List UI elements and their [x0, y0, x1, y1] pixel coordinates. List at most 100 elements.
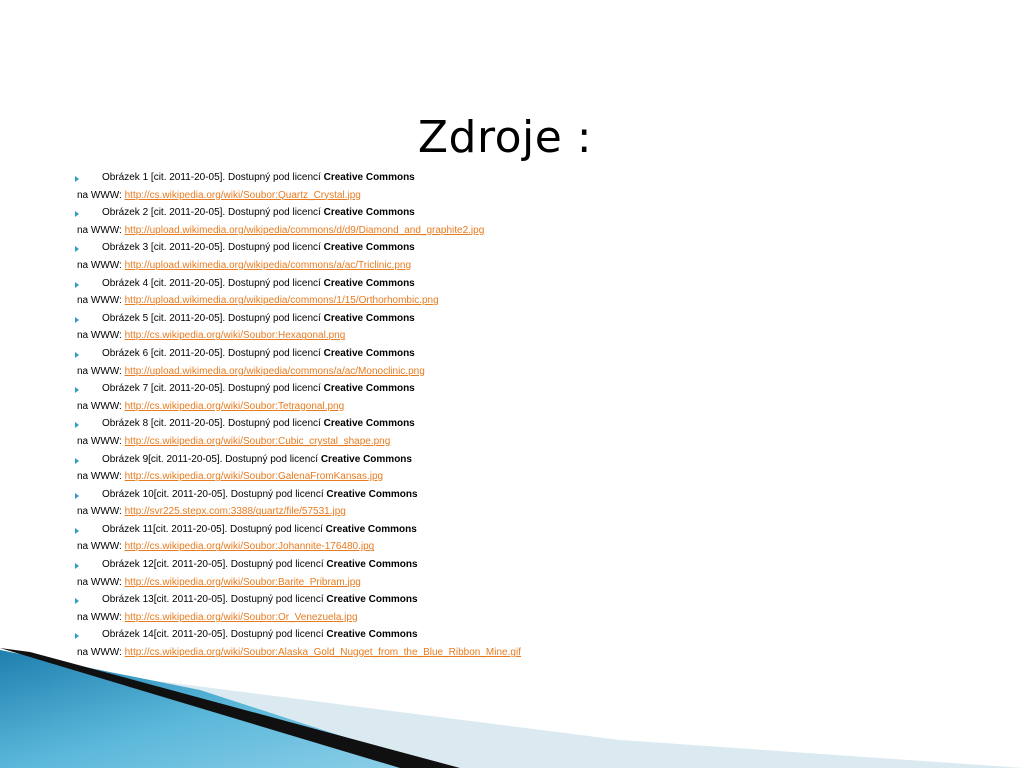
source-entry: Obrázek 6 [cit. 2011-20-05]. Dostupný po…	[70, 345, 970, 380]
triangle-bullet-icon	[75, 633, 79, 640]
source-caption-line: Obrázek 5 [cit. 2011-20-05]. Dostupný po…	[70, 310, 970, 328]
source-caption: Obrázek 1 [cit. 2011-20-05]. Dostupný po…	[102, 172, 321, 183]
source-link[interactable]: http://cs.wikipedia.org/wiki/Soubor:Alas…	[125, 647, 521, 658]
source-caption-line: Obrázek 11[cit. 2011-20-05]. Dostupný po…	[70, 521, 970, 539]
www-label: na WWW:	[77, 541, 122, 553]
source-link[interactable]: http://svr225.stepx.com:3388/quartz/file…	[125, 506, 346, 517]
source-url-line: na WWW: http://cs.wikipedia.org/wiki/Sou…	[70, 433, 970, 451]
source-caption: Obrázek 7 [cit. 2011-20-05]. Dostupný po…	[102, 383, 321, 395]
source-caption: Obrázek 12[cit. 2011-20-05]. Dostupný po…	[102, 559, 324, 571]
source-entry: Obrázek 11[cit. 2011-20-05]. Dostupný po…	[70, 521, 970, 556]
www-label: na WWW:	[77, 435, 122, 447]
source-entry: Obrázek 7 [cit. 2011-20-05]. Dostupný po…	[70, 380, 970, 415]
source-link[interactable]: http://cs.wikipedia.org/wiki/Soubor:Or_V…	[125, 612, 358, 623]
source-link[interactable]: http://cs.wikipedia.org/wiki/Soubor:Bari…	[125, 577, 361, 588]
source-caption-line: Obrázek 4 [cit. 2011-20-05]. Dostupný po…	[70, 275, 970, 293]
source-url-line: na WWW: http://cs.wikipedia.org/wiki/Sou…	[70, 574, 970, 592]
source-url-line: na WWW: http://upload.wikimedia.org/wiki…	[70, 257, 970, 275]
source-caption: Obrázek 13[cit. 2011-20-05]. Dostupný po…	[102, 594, 324, 606]
source-url-line: na WWW: http://upload.wikimedia.org/wiki…	[70, 363, 970, 381]
triangle-bullet-icon	[75, 211, 79, 218]
source-caption: Obrázek 5 [cit. 2011-20-05]. Dostupný po…	[102, 312, 321, 324]
www-label: na WWW:	[77, 471, 122, 483]
triangle-bullet-icon	[75, 422, 79, 429]
www-label: na WWW:	[77, 189, 122, 201]
www-label: na WWW:	[77, 259, 122, 271]
source-link[interactable]: http://cs.wikipedia.org/wiki/Soubor:Hexa…	[125, 330, 346, 341]
source-url-line: na WWW: http://cs.wikipedia.org/wiki/Sou…	[70, 644, 970, 662]
license-name: Creative Commons	[326, 559, 418, 571]
source-url-line: na WWW: http://cs.wikipedia.org/wiki/Sou…	[70, 538, 970, 556]
source-caption-line: Obrázek 3 [cit. 2011-20-05]. Dostupný po…	[70, 239, 970, 257]
source-caption: Obrázek 2 [cit. 2011-20-05]. Dostupný po…	[102, 207, 321, 219]
source-caption: Obrázek 10[cit. 2011-20-05]. Dostupný po…	[102, 488, 324, 500]
license-name: Creative Commons	[323, 418, 415, 430]
source-link[interactable]: http://upload.wikimedia.org/wikipedia/co…	[125, 225, 485, 236]
source-caption-line: Obrázek 12[cit. 2011-20-05]. Dostupný po…	[70, 556, 970, 574]
source-caption-line: Obrázek 14[cit. 2011-20-05]. Dostupný po…	[70, 626, 970, 644]
source-url-line: na WWW: http://cs.wikipedia.org/wiki/Sou…	[70, 187, 970, 205]
source-url-line: na WWW: http://cs.wikipedia.org/wiki/Sou…	[70, 468, 970, 486]
source-entry: Obrázek 1 [cit. 2011-20-05]. Dostupný po…	[70, 169, 970, 204]
www-label: na WWW:	[77, 295, 122, 307]
www-label: na WWW:	[77, 647, 122, 659]
light-band	[70, 670, 1024, 768]
license-name: Creative Commons	[323, 277, 415, 289]
triangle-bullet-icon	[75, 563, 79, 570]
source-caption-line: Obrázek 7 [cit. 2011-20-05]. Dostupný po…	[70, 380, 970, 398]
source-caption-line: Obrázek 1 [cit. 2011-20-05]. Dostupný po…	[70, 169, 970, 187]
source-entry: Obrázek 2 [cit. 2011-20-05]. Dostupný po…	[70, 204, 970, 239]
source-url-line: na WWW: http://cs.wikipedia.org/wiki/Sou…	[70, 398, 970, 416]
source-entry: Obrázek 5 [cit. 2011-20-05]. Dostupný po…	[70, 310, 970, 345]
source-caption-line: Obrázek 2 [cit. 2011-20-05]. Dostupný po…	[70, 204, 970, 222]
source-url-line: na WWW: http://cs.wikipedia.org/wiki/Sou…	[70, 327, 970, 345]
source-caption: Obrázek 3 [cit. 2011-20-05]. Dostupný po…	[102, 242, 321, 254]
source-entry: Obrázek 4 [cit. 2011-20-05]. Dostupný po…	[70, 275, 970, 310]
www-label: na WWW:	[77, 400, 122, 412]
www-label: na WWW:	[77, 365, 122, 377]
license-name: Creative Commons	[323, 383, 415, 395]
dark-band	[0, 648, 460, 768]
www-label: na WWW:	[77, 506, 122, 518]
license-name: Creative Commons	[326, 629, 418, 641]
source-caption-line: Obrázek 10[cit. 2011-20-05]. Dostupný po…	[70, 486, 970, 504]
blue-band	[0, 650, 440, 768]
triangle-bullet-icon	[75, 527, 79, 534]
license-name: Creative Commons	[320, 453, 412, 465]
triangle-bullet-icon	[75, 176, 79, 182]
www-label: na WWW:	[77, 224, 122, 236]
www-label: na WWW:	[77, 611, 122, 623]
source-link[interactable]: http://cs.wikipedia.org/wiki/Soubor:Cubi…	[125, 436, 391, 447]
license-name: Creative Commons	[323, 207, 415, 219]
license-name: Creative Commons	[326, 488, 418, 500]
source-caption: Obrázek 9[cit. 2011-20-05]. Dostupný pod…	[102, 453, 319, 465]
source-entry: Obrázek 9[cit. 2011-20-05]. Dostupný pod…	[70, 451, 970, 486]
license-name: Creative Commons	[325, 523, 417, 535]
license-name: Creative Commons	[323, 242, 415, 254]
source-link[interactable]: http://cs.wikipedia.org/wiki/Soubor:Quar…	[125, 190, 361, 201]
triangle-bullet-icon	[75, 246, 79, 253]
source-link[interactable]: http://cs.wikipedia.org/wiki/Soubor:Joha…	[125, 541, 375, 552]
triangle-bullet-icon	[75, 351, 79, 358]
www-label: na WWW:	[77, 576, 122, 588]
source-url-line: na WWW: http://cs.wikipedia.org/wiki/Sou…	[70, 609, 970, 627]
source-caption-line: Obrázek 6 [cit. 2011-20-05]. Dostupný po…	[70, 345, 970, 363]
source-link[interactable]: http://upload.wikimedia.org/wikipedia/co…	[125, 260, 411, 271]
source-link[interactable]: http://upload.wikimedia.org/wikipedia/co…	[125, 295, 439, 306]
source-link[interactable]: http://cs.wikipedia.org/wiki/Soubor:Gale…	[125, 471, 383, 482]
source-caption-line: Obrázek 13[cit. 2011-20-05]. Dostupný po…	[70, 591, 970, 609]
source-entry: Obrázek 8 [cit. 2011-20-05]. Dostupný po…	[70, 415, 970, 450]
triangle-bullet-icon	[75, 316, 79, 323]
license-name: Creative Commons	[323, 172, 415, 183]
source-link[interactable]: http://cs.wikipedia.org/wiki/Soubor:Tetr…	[125, 401, 345, 412]
triangle-bullet-icon	[75, 598, 79, 605]
source-link[interactable]: http://upload.wikimedia.org/wikipedia/co…	[125, 366, 425, 377]
source-caption: Obrázek 11[cit. 2011-20-05]. Dostupný po…	[102, 523, 323, 535]
source-entry: Obrázek 10[cit. 2011-20-05]. Dostupný po…	[70, 486, 970, 521]
source-entry: Obrázek 12[cit. 2011-20-05]. Dostupný po…	[70, 556, 970, 591]
triangle-bullet-icon	[75, 281, 79, 288]
source-entry: Obrázek 13[cit. 2011-20-05]. Dostupný po…	[70, 591, 970, 626]
www-label: na WWW:	[77, 330, 122, 342]
source-caption: Obrázek 6 [cit. 2011-20-05]. Dostupný po…	[102, 347, 321, 359]
source-url-line: na WWW: http://upload.wikimedia.org/wiki…	[70, 222, 970, 240]
